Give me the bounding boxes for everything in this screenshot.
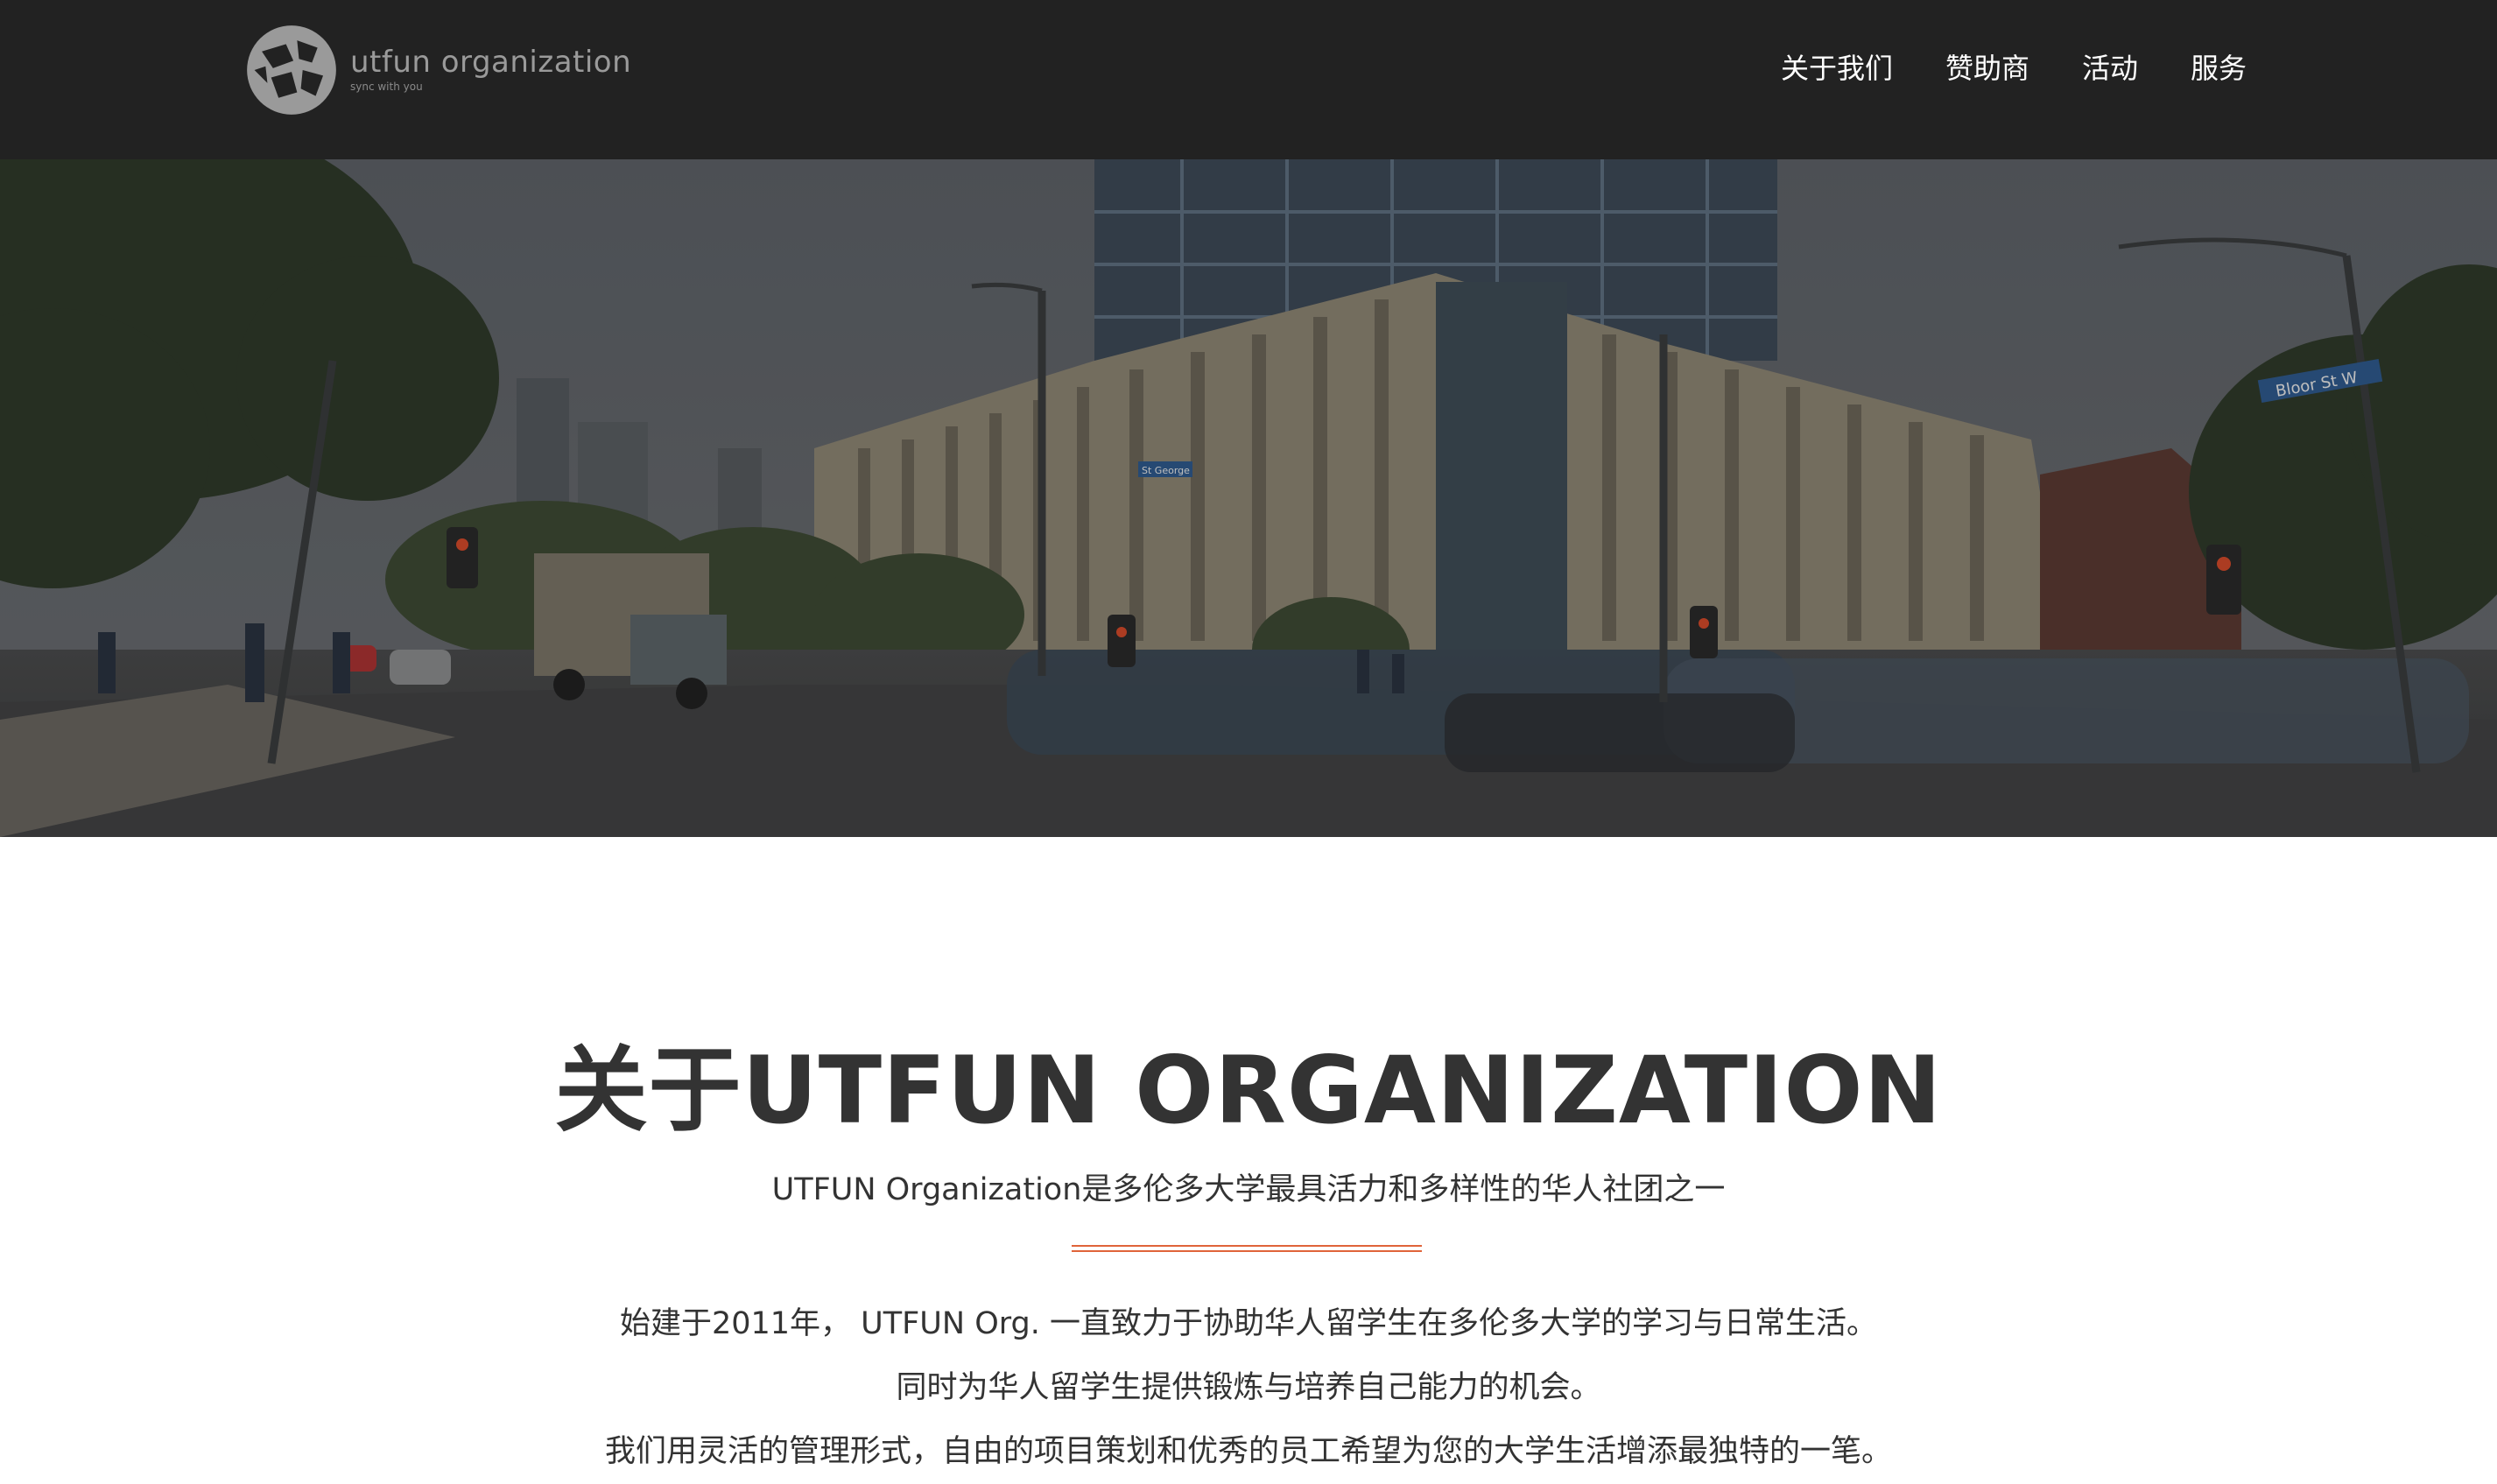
brand-tagline: sync with you (350, 81, 423, 93)
about-title: 关于UTFUN ORGANIZATION (554, 1037, 1943, 1144)
nav-item-events[interactable]: 活动 (2082, 46, 2138, 91)
section-divider (1072, 1245, 1422, 1252)
about-paragraph: 始建于2011年， UTFUN Org. 一直致力于协助华人留学生在多伦多大学的… (619, 1306, 1878, 1341)
nav-item-services[interactable]: 服务 (2191, 46, 2247, 91)
about-body: 始建于2011年， UTFUN Org. 一直致力于协助华人留学生在多伦多大学的… (0, 1292, 2497, 1484)
globe-logo-icon (247, 25, 336, 115)
brand-name: utfun organization (350, 45, 632, 80)
top-navbar: utfun organization sync with you 关于我们 赞助… (0, 0, 2497, 159)
about-subtitle: UTFUN Organization是多伦多大学最具活力和多样性的华人社团之一 (771, 1172, 1726, 1207)
brand-logo[interactable]: utfun organization sync with you (245, 23, 631, 117)
hero-street-image: Bloor St W St George (0, 159, 2497, 837)
nav-item-about[interactable]: 关于我们 (1781, 46, 1893, 91)
nav-item-sponsors[interactable]: 赞助商 (1945, 46, 2029, 91)
hero-banner: Bloor St W St George (0, 159, 2497, 837)
about-paragraph: 同时为华人留学生提供锻炼与培养自己能力的机会。 (896, 1370, 1601, 1405)
about-paragraph: 我们用灵活的管理形式，自由的项目策划和优秀的员工希望为您的大学生活增添最独特的一… (604, 1434, 1892, 1469)
main-nav: 关于我们 赞助商 活动 服务 (1728, 46, 2247, 91)
